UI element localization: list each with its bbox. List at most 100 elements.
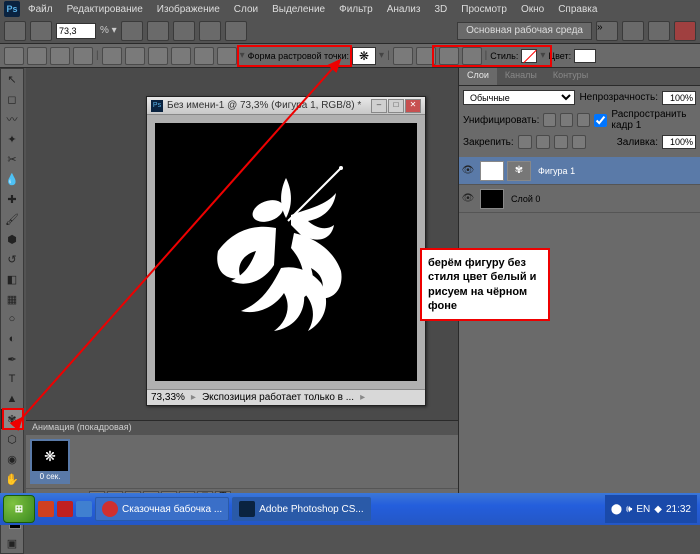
brush-tool[interactable]: 🖌 [1, 209, 23, 229]
document-canvas[interactable] [155, 123, 417, 381]
close-app-button[interactable] [674, 21, 696, 41]
lock-transparent-button[interactable] [518, 135, 532, 149]
tool-preset-button[interactable] [4, 47, 24, 65]
blur-tool[interactable]: ○ [1, 309, 23, 329]
style-swatch-none[interactable] [521, 49, 537, 63]
propagate-checkbox[interactable] [594, 114, 607, 127]
launch-bridge-button[interactable] [4, 21, 26, 41]
rotate-view-button[interactable] [173, 21, 195, 41]
tab-channels[interactable]: Каналы [497, 68, 545, 85]
clock[interactable]: 21:32 [666, 504, 691, 515]
combine-subtract-button[interactable] [416, 47, 436, 65]
combine-add-button[interactable] [393, 47, 413, 65]
eyedropper-tool[interactable]: 💧 [1, 169, 23, 189]
taskbar-item[interactable]: Adobe Photoshop CS... [232, 497, 371, 521]
unify-visibility-button[interactable] [560, 113, 573, 127]
wand-tool[interactable]: ✦ [1, 129, 23, 149]
rect-shape-button[interactable] [102, 47, 122, 65]
3d-camera-tool[interactable]: ◉ [1, 449, 23, 469]
tab-layers[interactable]: Слои [459, 68, 497, 85]
lasso-tool[interactable]: 〰 [1, 109, 23, 129]
menu-3d[interactable]: 3D [428, 2, 453, 17]
shape-picker[interactable]: ❋ [352, 47, 376, 65]
document-titlebar[interactable]: Ps Без имени-1 @ 73,3% (Фигура 1, RGB/8)… [147, 97, 425, 115]
menu-layers[interactable]: Слои [228, 2, 264, 17]
layer-item-figure[interactable]: 👁 ✾ Фигура 1 [459, 157, 700, 185]
polygon-shape-button[interactable] [171, 47, 191, 65]
fill-input[interactable] [662, 135, 696, 149]
layer-thumb[interactable] [480, 189, 504, 209]
visibility-icon[interactable]: 👁 [459, 165, 477, 176]
start-button[interactable]: ⊞ [3, 495, 35, 523]
crop-tool[interactable]: ✂ [1, 149, 23, 169]
menu-analysis[interactable]: Анализ [381, 2, 427, 17]
layer-item-bg[interactable]: 👁 Слой 0 [459, 185, 700, 213]
stamp-tool[interactable]: ⬢ [1, 229, 23, 249]
menu-filter[interactable]: Фильтр [333, 2, 379, 17]
unify-style-button[interactable] [577, 113, 590, 127]
quick-mask-button[interactable]: ▣ [1, 533, 23, 553]
fill-pixels-button[interactable] [73, 47, 93, 65]
unify-position-button[interactable] [543, 113, 556, 127]
doc-maximize-button[interactable]: □ [388, 99, 404, 113]
doc-minimize-button[interactable]: ‒ [371, 99, 387, 113]
dodge-tool[interactable]: ◐ [1, 329, 23, 349]
combine-exclude-button[interactable] [462, 47, 482, 65]
pen-tool[interactable]: ✒ [1, 349, 23, 369]
quicklaunch-icon[interactable] [38, 501, 54, 517]
menu-view[interactable]: Просмотр [455, 2, 513, 17]
custom-shape-button[interactable] [217, 47, 237, 65]
shape-layers-button[interactable] [27, 47, 47, 65]
history-button[interactable] [30, 21, 52, 41]
3d-tool[interactable]: ⬡ [1, 429, 23, 449]
tray-icon[interactable]: 🕪 [626, 504, 632, 515]
layer-thumb[interactable] [480, 161, 504, 181]
frame-time[interactable]: 0 сек. [32, 471, 68, 482]
blend-mode-select[interactable]: Обычные [463, 90, 575, 105]
menu-edit[interactable]: Редактирование [61, 2, 149, 17]
menu-image[interactable]: Изображение [151, 2, 226, 17]
history-brush-tool[interactable]: ↺ [1, 249, 23, 269]
ellipse-shape-button[interactable] [148, 47, 168, 65]
rounded-rect-button[interactable] [125, 47, 145, 65]
maximize-button[interactable] [648, 21, 670, 41]
screen-mode-button[interactable] [225, 21, 247, 41]
color-swatch[interactable] [574, 49, 596, 63]
menu-select[interactable]: Выделение [266, 2, 331, 17]
move-tool[interactable]: ↖ [1, 69, 23, 89]
quicklaunch-icon[interactable] [57, 501, 73, 517]
paths-button[interactable] [50, 47, 70, 65]
hand-tool-button[interactable] [121, 21, 143, 41]
workspace-more-button[interactable]: » [596, 21, 618, 41]
minimize-button[interactable] [622, 21, 644, 41]
visibility-icon[interactable]: 👁 [459, 193, 477, 204]
tray-icon[interactable]: ⬤ [611, 504, 622, 515]
vector-mask-thumb[interactable]: ✾ [507, 161, 531, 181]
taskbar-item[interactable]: Сказочная бабочка ... [95, 497, 229, 521]
quicklaunch-icon[interactable] [76, 501, 92, 517]
doc-close-button[interactable]: ✕ [405, 99, 421, 113]
menu-window[interactable]: Окно [515, 2, 550, 17]
gradient-tool[interactable]: ▦ [1, 289, 23, 309]
healing-tool[interactable]: ✚ [1, 189, 23, 209]
lock-pixels-button[interactable] [536, 135, 550, 149]
zoom-input[interactable] [56, 23, 96, 39]
menu-file[interactable]: Файл [22, 2, 59, 17]
path-select-tool[interactable]: ▲ [1, 389, 23, 409]
animation-frame[interactable]: ❋ 0 сек. [30, 439, 70, 484]
type-tool[interactable]: T [1, 369, 23, 389]
workspace-selector[interactable]: Основная рабочая среда [457, 22, 592, 40]
combine-intersect-button[interactable] [439, 47, 459, 65]
hand-tool[interactable]: ✋ [1, 469, 23, 489]
eraser-tool[interactable]: ◧ [1, 269, 23, 289]
lock-position-button[interactable] [554, 135, 568, 149]
lang-indicator[interactable]: EN [636, 504, 650, 515]
menu-help[interactable]: Справка [552, 2, 603, 17]
system-tray[interactable]: ⬤ 🕪 EN ◆ 21:32 [605, 495, 697, 523]
document-window[interactable]: Ps Без имени-1 @ 73,3% (Фигура 1, RGB/8)… [146, 96, 426, 406]
tab-paths[interactable]: Контуры [545, 68, 596, 85]
arrange-button[interactable] [199, 21, 221, 41]
line-shape-button[interactable] [194, 47, 214, 65]
tray-icon[interactable]: ◆ [654, 504, 662, 515]
layer-name[interactable]: Фигура 1 [534, 166, 575, 176]
